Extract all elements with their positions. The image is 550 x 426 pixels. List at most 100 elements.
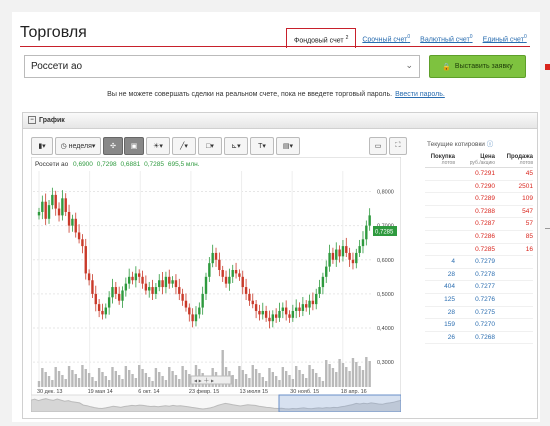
candle-body bbox=[238, 273, 241, 277]
quote-price: 0.7288 bbox=[475, 207, 495, 215]
sell-qty: 85 bbox=[525, 232, 533, 240]
volume-bar bbox=[368, 361, 371, 387]
volume-bar bbox=[164, 380, 168, 387]
candle-body bbox=[164, 276, 168, 288]
rect-icon: □▾ bbox=[206, 143, 214, 150]
candle-body bbox=[171, 280, 174, 284]
volume-bar bbox=[127, 370, 131, 387]
volume-bar bbox=[151, 381, 154, 387]
x-tick-label: 13 июля 15 bbox=[240, 389, 269, 395]
order-book-row[interactable]: 0.7291 45 bbox=[425, 168, 533, 181]
save-icon: ▣ bbox=[130, 143, 138, 150]
legend-volume: 695,5 млн. bbox=[168, 161, 200, 168]
fullscreen-button[interactable]: ⛶ bbox=[389, 137, 407, 155]
volume-bar bbox=[351, 358, 355, 387]
candle-body bbox=[351, 259, 355, 264]
sell-qty bbox=[495, 294, 533, 306]
candle-body bbox=[258, 310, 261, 315]
sell-qty: 109 bbox=[522, 195, 533, 203]
volume-bar bbox=[301, 374, 305, 387]
volume-bar bbox=[358, 366, 361, 387]
legend-close: 0,7285 bbox=[144, 161, 164, 168]
collapse-icon[interactable]: − bbox=[28, 116, 36, 125]
candle-body bbox=[288, 314, 291, 318]
svg-text:◂ ▸ ＋ ▸: ◂ ▸ ＋ ▸ bbox=[194, 378, 214, 385]
candle-body bbox=[51, 194, 54, 206]
buy-qty bbox=[425, 244, 455, 256]
instrument-select[interactable]: Россети ао ⌄ bbox=[24, 55, 420, 78]
scroll-controls[interactable]: ◂ ▸ ＋ ▸ bbox=[190, 375, 232, 385]
chart-toolbar: ▮▾ ◷ неделя ▾ ✣ ▣ ☀▾ ╱▾ □▾ ⊾▾ T▾ ▤▾ ▭ ⛶ bbox=[31, 137, 407, 155]
candle-body bbox=[318, 287, 321, 294]
save-chart-button[interactable]: ▣ bbox=[124, 137, 144, 155]
candle-body bbox=[264, 310, 268, 318]
candle-body bbox=[268, 317, 271, 322]
window-button[interactable]: ▭ bbox=[369, 137, 387, 155]
enter-password-link[interactable]: Ввести пароль. bbox=[395, 91, 445, 98]
volume-bar bbox=[74, 374, 77, 387]
order-book-row[interactable]: 28 0.7278 bbox=[425, 269, 533, 282]
volume-bar bbox=[335, 372, 338, 387]
indicators-button[interactable]: ☀▾ bbox=[146, 137, 170, 155]
crosshair-tool[interactable]: ✣ bbox=[103, 137, 123, 155]
volume-bar bbox=[91, 377, 94, 387]
order-book-row[interactable]: 0.7288 547 bbox=[425, 206, 533, 219]
candle-body bbox=[365, 225, 368, 240]
order-book-row[interactable]: 28 0.7275 bbox=[425, 307, 533, 320]
volume-bar bbox=[181, 366, 184, 387]
volume-bar bbox=[174, 375, 178, 387]
order-book-row[interactable]: 26 0.7268 bbox=[425, 332, 533, 345]
candle-body bbox=[124, 283, 128, 291]
order-book-row[interactable]: 0.7287 57 bbox=[425, 218, 533, 231]
chart-type-button[interactable]: ▮▾ bbox=[31, 137, 53, 155]
quote-price: 0.7270 bbox=[475, 321, 495, 329]
candle-body bbox=[67, 211, 71, 226]
candle-body bbox=[254, 304, 258, 311]
quote-price: 0.7278 bbox=[475, 270, 495, 278]
rect-tool-button[interactable]: □▾ bbox=[198, 137, 222, 155]
candle-body bbox=[358, 246, 361, 253]
order-book-row[interactable]: 404 0.7277 bbox=[425, 281, 533, 294]
candle-body bbox=[248, 293, 251, 301]
pencil-icon: ╱▾ bbox=[180, 143, 188, 150]
price-chart[interactable]: 0,80000,70000,60000,50000,40000,3000 30 … bbox=[31, 157, 401, 412]
candle-body bbox=[134, 273, 138, 281]
volume-bar bbox=[144, 373, 148, 387]
order-book-row[interactable]: 0.7290 2501 bbox=[425, 181, 533, 194]
order-book-row[interactable]: 125 0.7276 bbox=[425, 294, 533, 307]
order-book-row[interactable]: 4 0.7279 bbox=[425, 256, 533, 269]
clock-icon: ◷ bbox=[60, 143, 67, 150]
candle-body bbox=[138, 273, 141, 277]
volume-bar bbox=[94, 381, 97, 387]
order-book-row[interactable]: 0.7289 109 bbox=[425, 193, 533, 206]
candle-body bbox=[188, 307, 191, 315]
navigator[interactable] bbox=[31, 394, 401, 412]
line-tool-button[interactable]: ╱▾ bbox=[172, 137, 196, 155]
fib-tool-button[interactable]: ⊾▾ bbox=[224, 137, 248, 155]
volume-bar bbox=[101, 372, 104, 387]
place-order-label: Выставить заявку bbox=[454, 63, 513, 70]
volume-bar bbox=[315, 373, 318, 387]
candle-body bbox=[104, 307, 107, 315]
volume-bar bbox=[284, 371, 288, 387]
candle-body bbox=[221, 270, 224, 277]
chart-legend: Россети ао 0,6900 0,7298 0,6881 0,7285 6… bbox=[35, 161, 200, 168]
candle-body bbox=[281, 307, 285, 311]
volume-bar bbox=[161, 376, 164, 387]
candle-body bbox=[274, 314, 278, 318]
order-book-row[interactable]: 159 0.7270 bbox=[425, 319, 533, 332]
place-order-button[interactable]: 🔒 Выставить заявку bbox=[429, 55, 526, 78]
order-book-row[interactable]: 0.7286 85 bbox=[425, 231, 533, 244]
quote-price: 0.7290 bbox=[475, 182, 495, 190]
image-tool-button[interactable]: ▤▾ bbox=[276, 137, 300, 155]
candle-body bbox=[111, 287, 114, 298]
buy-qty bbox=[425, 181, 455, 193]
text-tool-button[interactable]: T▾ bbox=[250, 137, 274, 155]
volume-bar bbox=[54, 367, 57, 387]
candle-body bbox=[121, 290, 124, 301]
period-select[interactable]: ◷ неделя ▾ bbox=[55, 137, 101, 155]
volume-bar bbox=[244, 374, 248, 387]
order-book-row[interactable]: 0.7285 16 bbox=[425, 244, 533, 257]
candle-body bbox=[151, 287, 154, 294]
volume-bar bbox=[261, 377, 264, 387]
